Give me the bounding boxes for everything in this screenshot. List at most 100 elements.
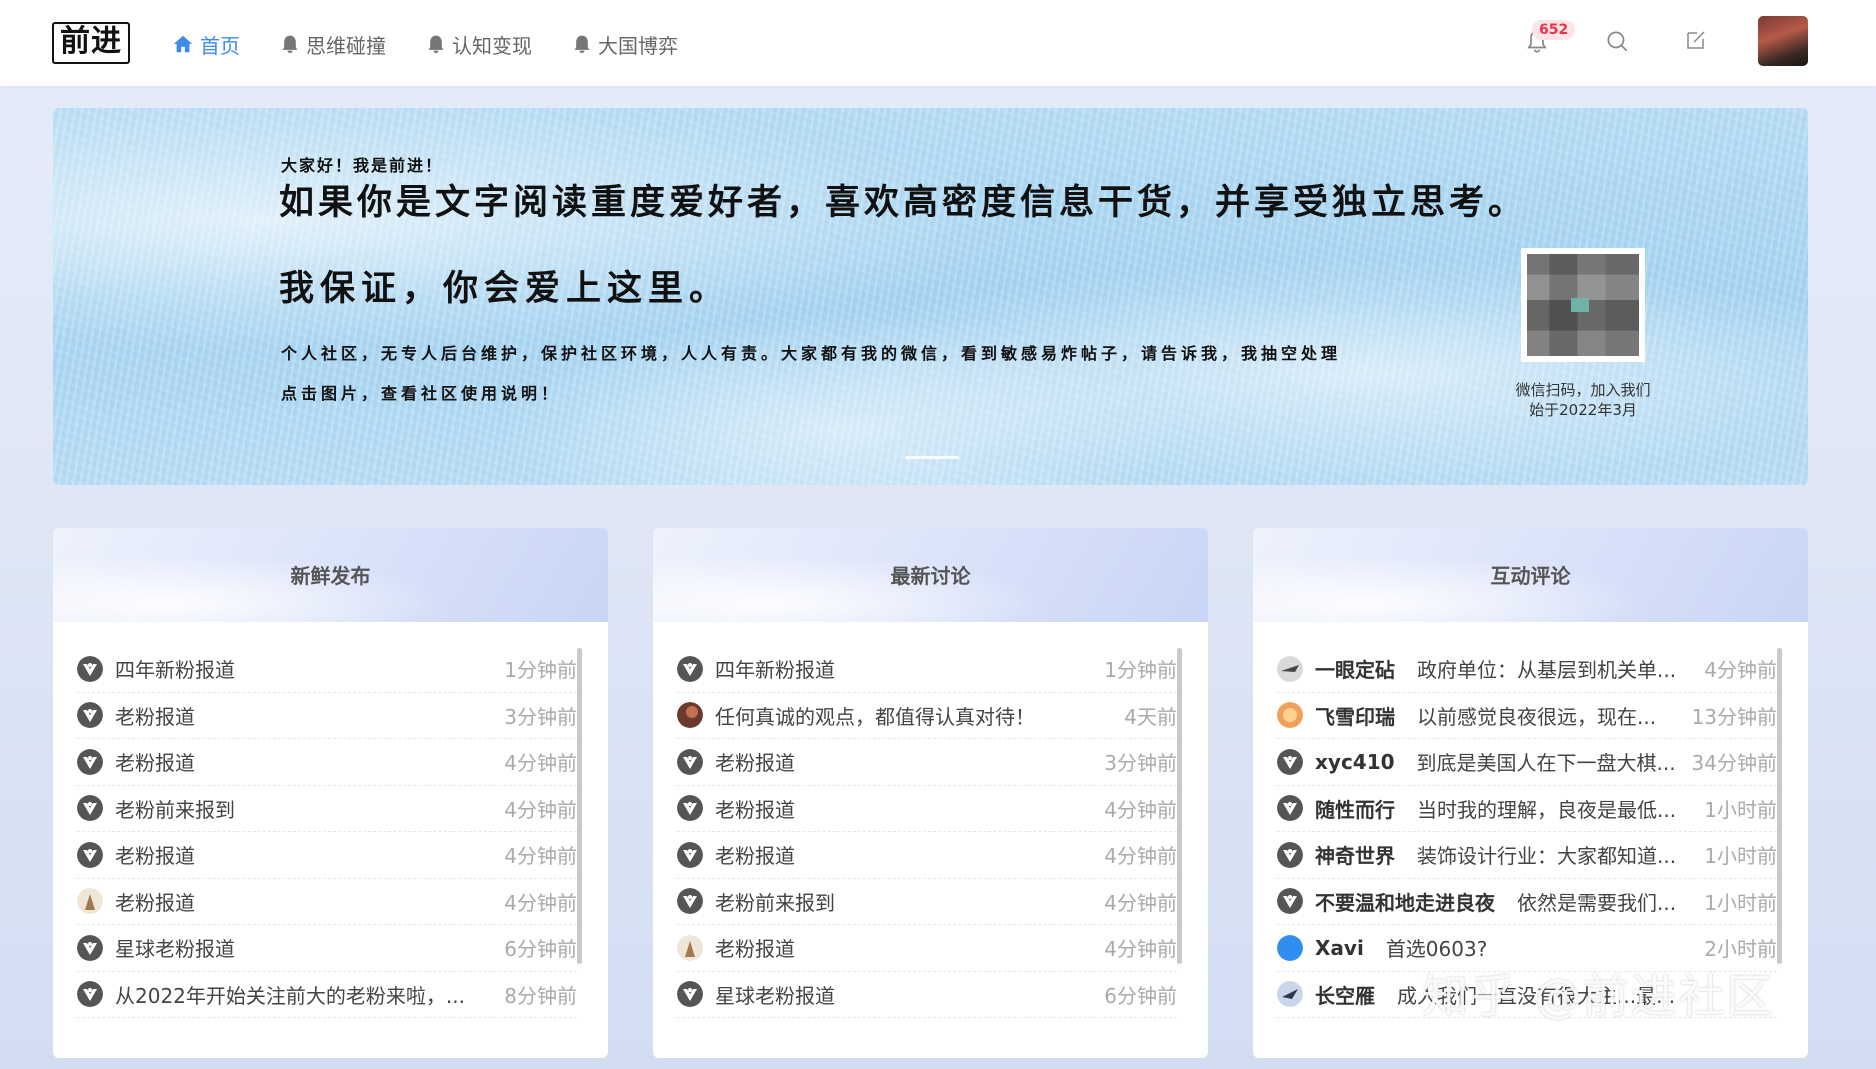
list-item[interactable]: 飞雪印瑞 以前感觉良夜很远，现在... 13分钟前 bbox=[1277, 693, 1777, 739]
post-title[interactable]: 老粉报道 bbox=[715, 747, 1094, 776]
comment-username[interactable]: 一眼定砧 bbox=[1315, 654, 1395, 683]
post-title[interactable]: 老粉前来报到 bbox=[115, 794, 494, 823]
main-nav: 首页 思维碰撞 认知变现 大国博弈 bbox=[172, 28, 718, 60]
comment-text[interactable]: 政府单位：从基层到机关单... bbox=[1417, 654, 1694, 683]
post-title[interactable]: 星球老粉报道 bbox=[115, 933, 494, 962]
list-item[interactable]: 老粉报道 4分钟前 bbox=[677, 832, 1177, 879]
list-item[interactable]: 四年新粉报道 1分钟前 bbox=[77, 646, 577, 693]
top-header: 前进 首页 思维碰撞 认知变现 大国博弈 652 bbox=[0, 0, 1876, 86]
post-title[interactable]: 星球老粉报道 bbox=[715, 980, 1094, 1009]
hero-banner[interactable]: 大家好！我是前进！ 如果你是文字阅读重度爱好者，喜欢高密度信息干货，并享受独立思… bbox=[53, 108, 1808, 485]
list-item[interactable]: xyc410 到底是美国人在下一盘大棋... 34分钟前 bbox=[1277, 739, 1777, 786]
post-title[interactable]: 四年新粉报道 bbox=[115, 654, 494, 683]
avatar bbox=[1277, 888, 1303, 915]
post-title[interactable]: 老粉报道 bbox=[715, 840, 1094, 869]
avatar bbox=[677, 748, 703, 775]
comment-username[interactable]: xyc410 bbox=[1315, 750, 1395, 774]
comment-text[interactable]: 到底是美国人在下一盘大棋... bbox=[1417, 747, 1682, 776]
list-item[interactable]: 老粉前来报到 4分钟前 bbox=[77, 786, 577, 832]
post-title[interactable]: 四年新粉报道 bbox=[715, 654, 1094, 683]
post-title[interactable]: 任何真诚的观点，都值得认真对待！ bbox=[715, 701, 1114, 730]
post-title[interactable]: 老粉前来报到 bbox=[715, 887, 1094, 916]
notification-badge: 652 bbox=[1532, 20, 1576, 40]
avatar bbox=[77, 841, 103, 868]
comment-text[interactable]: 首选0603? bbox=[1386, 933, 1694, 962]
avatar bbox=[677, 655, 703, 682]
comment-username[interactable]: 神奇世界 bbox=[1315, 840, 1395, 869]
comment-username[interactable]: 不要温和地走进良夜 bbox=[1315, 887, 1495, 916]
comment-text[interactable]: 当时我的理解，良夜是最低... bbox=[1417, 794, 1694, 823]
list-item[interactable]: 老粉报道 4分钟前 bbox=[77, 879, 577, 925]
avatar bbox=[77, 981, 103, 1008]
nav-item-cognition[interactable]: 认知变现 bbox=[426, 28, 532, 60]
watermark: 知乎 @前进社区 bbox=[1422, 969, 1775, 1023]
post-title[interactable]: 老粉报道 bbox=[115, 887, 494, 916]
avatar bbox=[677, 934, 703, 961]
nav-item-geopolitics[interactable]: 大国博弈 bbox=[572, 28, 678, 60]
comment-username[interactable]: 长空雁 bbox=[1315, 980, 1375, 1009]
card-header: 互动评论 bbox=[1253, 528, 1808, 622]
list-item[interactable]: 老粉报道 4分钟前 bbox=[677, 786, 1177, 832]
timestamp: 4分钟前 bbox=[504, 751, 577, 776]
edit-icon[interactable] bbox=[1684, 28, 1712, 56]
comment-username[interactable]: 随性而行 bbox=[1315, 794, 1395, 823]
comment-text[interactable]: 依然是需要我们... bbox=[1517, 887, 1694, 916]
post-title[interactable]: 老粉报道 bbox=[115, 840, 494, 869]
avatar bbox=[77, 888, 103, 915]
avatar bbox=[677, 981, 703, 1008]
list-item[interactable]: 神奇世界 装饰设计行业：大家都知道... 1小时前 bbox=[1277, 832, 1777, 879]
post-title[interactable]: 从2022年开始关注前大的老粉来啦，... bbox=[115, 980, 494, 1009]
list-item[interactable]: 任何真诚的观点，都值得认真对待！ 4天前 bbox=[677, 693, 1177, 739]
post-title[interactable]: 老粉报道 bbox=[715, 933, 1094, 962]
carousel-indicator[interactable] bbox=[905, 456, 959, 459]
list-item[interactable]: 老粉前来报到 4分钟前 bbox=[677, 879, 1177, 925]
timestamp: 2小时前 bbox=[1704, 937, 1777, 962]
user-avatar[interactable] bbox=[1758, 16, 1808, 66]
scrollbar[interactable] bbox=[1177, 648, 1182, 964]
list-item[interactable]: 星球老粉报道 6分钟前 bbox=[677, 972, 1177, 1018]
avatar bbox=[677, 795, 703, 822]
banner-greeting: 大家好！我是前进！ bbox=[281, 156, 444, 175]
list-item[interactable]: 四年新粉报道 1分钟前 bbox=[677, 646, 1177, 693]
post-title[interactable]: 老粉报道 bbox=[115, 747, 494, 776]
timestamp: 4分钟前 bbox=[504, 890, 577, 915]
home-icon bbox=[172, 33, 194, 55]
comment-text[interactable]: 装饰设计行业：大家都知道... bbox=[1417, 840, 1694, 869]
list-item[interactable]: 老粉报道 3分钟前 bbox=[677, 739, 1177, 786]
list-item[interactable]: 老粉报道 3分钟前 bbox=[77, 693, 577, 739]
scrollbar[interactable] bbox=[577, 648, 582, 964]
list-item[interactable]: 老粉报道 4分钟前 bbox=[77, 832, 577, 879]
nav-item-home[interactable]: 首页 bbox=[172, 28, 240, 60]
avatar bbox=[1277, 841, 1303, 868]
list-item[interactable]: 随性而行 当时我的理解，良夜是最低... 1小时前 bbox=[1277, 786, 1777, 832]
comment-username[interactable]: Xavi bbox=[1315, 936, 1364, 960]
list-item[interactable]: 老粉报道 4分钟前 bbox=[677, 925, 1177, 972]
search-icon[interactable] bbox=[1604, 28, 1632, 56]
banner-usage-link[interactable]: 点击图片，查看社区使用说明！ bbox=[281, 380, 561, 404]
timestamp: 1分钟前 bbox=[504, 658, 577, 683]
list-item[interactable]: 老粉报道 4分钟前 bbox=[77, 739, 577, 786]
comment-username[interactable]: 飞雪印瑞 bbox=[1315, 701, 1395, 730]
list-item[interactable]: 星球老粉报道 6分钟前 bbox=[77, 925, 577, 972]
avatar bbox=[1277, 655, 1303, 682]
post-title[interactable]: 老粉报道 bbox=[115, 701, 494, 730]
comment-text[interactable]: 以前感觉良夜很远，现在... bbox=[1417, 701, 1682, 730]
timestamp: 1小时前 bbox=[1704, 890, 1777, 915]
avatar bbox=[1277, 748, 1303, 775]
post-title[interactable]: 老粉报道 bbox=[715, 794, 1094, 823]
list-item[interactable]: 一眼定砧 政府单位：从基层到机关单... 4分钟前 bbox=[1277, 646, 1777, 693]
avatar bbox=[77, 795, 103, 822]
list-item[interactable]: 从2022年开始关注前大的老粉来啦，... 8分钟前 bbox=[77, 972, 577, 1018]
avatar bbox=[1277, 795, 1303, 822]
post-list: 四年新粉报道 1分钟前 老粉报道 3分钟前 老粉报道 4分钟前 老粉前来报到 4分钟前 老粉报道… bbox=[77, 646, 577, 1018]
bell-icon bbox=[426, 34, 446, 54]
avatar bbox=[77, 934, 103, 961]
avatar bbox=[77, 702, 103, 729]
card-title: 新鲜发布 bbox=[290, 564, 371, 588]
site-logo[interactable]: 前进 bbox=[52, 22, 130, 64]
scrollbar[interactable] bbox=[1777, 648, 1782, 964]
discussion-list: 四年新粉报道 1分钟前 任何真诚的观点，都值得认真对待！ 4天前 老粉报道 3分钟前 老粉报… bbox=[677, 646, 1177, 1018]
nav-item-collision[interactable]: 思维碰撞 bbox=[280, 28, 386, 60]
timestamp: 6分钟前 bbox=[504, 937, 577, 962]
list-item[interactable]: 不要温和地走进良夜 依然是需要我们... 1小时前 bbox=[1277, 879, 1777, 925]
